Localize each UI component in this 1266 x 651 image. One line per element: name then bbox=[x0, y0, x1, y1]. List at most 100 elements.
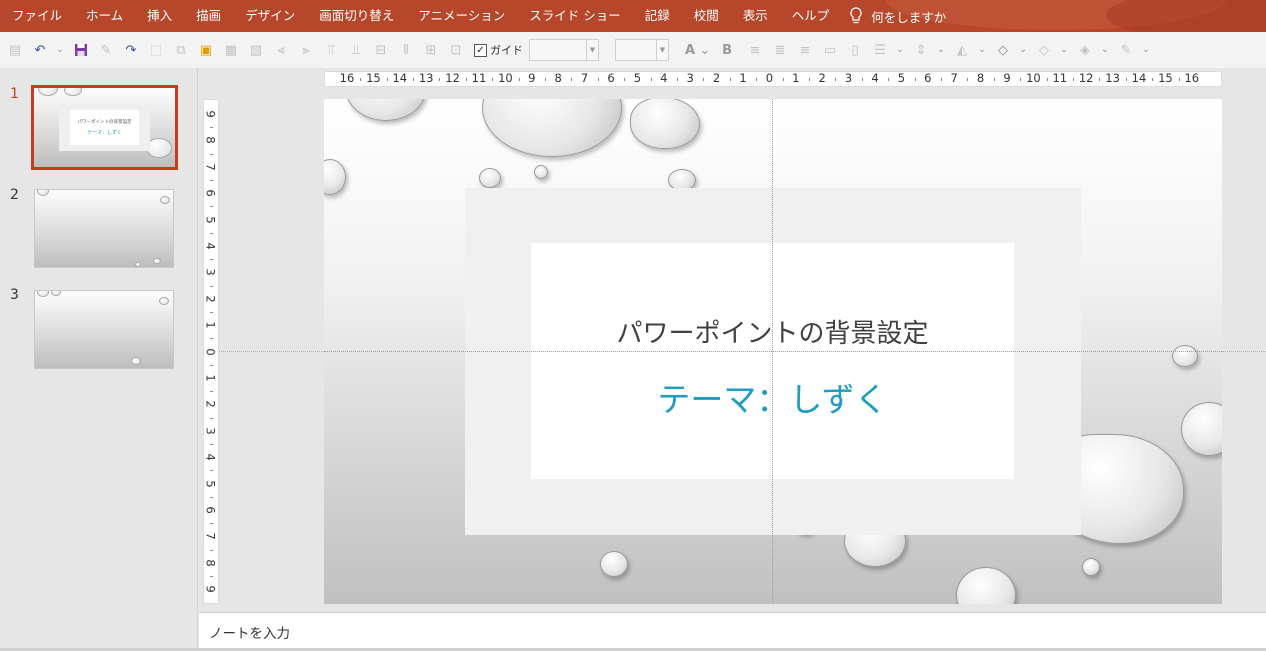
font-size-select[interactable]: ▼ bbox=[615, 39, 669, 61]
pen-icon[interactable]: ✎ bbox=[1115, 39, 1137, 61]
shape-effects-dropdown-icon[interactable]: ⌄ bbox=[1099, 39, 1111, 61]
ruler-tick bbox=[624, 78, 626, 81]
distribute-horizontal-icon[interactable]: ⫴ bbox=[395, 39, 417, 61]
center-text-icon[interactable]: ≣ bbox=[769, 39, 791, 61]
tab-help[interactable]: ヘルプ bbox=[780, 0, 842, 32]
ruler-tick bbox=[492, 78, 494, 81]
textbox-icon[interactable]: ▭ bbox=[819, 39, 841, 61]
ruler-tick bbox=[1073, 78, 1074, 81]
align-left-icon[interactable]: ⫷ bbox=[270, 39, 292, 61]
ruler-label: 15 bbox=[1158, 71, 1173, 85]
bullets-dropdown-icon[interactable]: ⌄ bbox=[894, 39, 906, 61]
ruler-tick bbox=[210, 523, 213, 525]
redo-icon[interactable]: ↷ bbox=[120, 39, 142, 61]
tab-review[interactable]: 校閲 bbox=[682, 0, 731, 32]
ruler-label: 10 bbox=[498, 71, 513, 85]
font-name-select[interactable]: ▼ bbox=[529, 39, 599, 61]
water-drop bbox=[630, 99, 700, 149]
tab-file[interactable]: ファイル bbox=[0, 0, 74, 32]
water-drop bbox=[600, 551, 628, 577]
drop-shape bbox=[38, 88, 58, 96]
vertical-textbox-icon[interactable]: ▯ bbox=[844, 39, 866, 61]
tab-view[interactable]: 表示 bbox=[731, 0, 780, 32]
shape-outline-icon[interactable]: ◇ bbox=[1033, 39, 1055, 61]
pen-dropdown-icon[interactable]: ⌄ bbox=[1140, 39, 1152, 61]
ruler-tick bbox=[210, 312, 213, 313]
shapes-dropdown-icon[interactable]: ⌄ bbox=[976, 39, 988, 61]
align-text-left-icon[interactable]: ≡ bbox=[744, 39, 766, 61]
ruler-label: 14 bbox=[1131, 71, 1147, 85]
shape-fill-dropdown-icon[interactable]: ⌄ bbox=[1017, 39, 1029, 61]
paste-icon[interactable]: ▣ bbox=[195, 39, 217, 61]
tell-me-search[interactable]: 何をしますか bbox=[849, 7, 946, 26]
horizontal-ruler[interactable]: 16 15 14 13 12 11 10 9 8 7 6 5 4 3 2 1 0 1 2 3 4 5 6 7 8 9 10 11 12 1… bbox=[324, 71, 1222, 87]
align-top-icon[interactable]: ⫪ bbox=[320, 39, 342, 61]
bring-forward-icon[interactable]: ▦ bbox=[220, 39, 242, 61]
shape-outline-dropdown-icon[interactable]: ⌄ bbox=[1058, 39, 1070, 61]
ribbon-tabs: ファイル ホーム 挿入 描画 デザイン 画面切り替え アニメーション スライド … bbox=[0, 0, 946, 32]
shape-fill-icon[interactable]: ◇ bbox=[992, 39, 1014, 61]
shape-effects-icon[interactable]: ◈ bbox=[1074, 39, 1096, 61]
ruler-tick bbox=[677, 78, 678, 81]
drop-shape bbox=[135, 262, 141, 267]
line-spacing-icon[interactable]: ⇕ bbox=[910, 39, 932, 61]
slide-thumbnail-1[interactable]: パワーポイントの背景設定 テーマ：しずく bbox=[31, 85, 178, 170]
ruler-label: 8 bbox=[203, 136, 218, 145]
ruler-label: 5 bbox=[897, 71, 906, 85]
tab-slideshow[interactable]: スライド ショー bbox=[517, 0, 632, 32]
ruler-label: 6 bbox=[203, 506, 218, 514]
save-icon[interactable] bbox=[70, 39, 92, 61]
ruler-label: 6 bbox=[203, 189, 218, 197]
align-right-icon[interactable]: ⫸ bbox=[295, 39, 317, 61]
ruler-label: 14 bbox=[392, 71, 408, 85]
ruler-label: 4 bbox=[203, 242, 218, 250]
ruler-tick bbox=[967, 78, 969, 81]
tab-home[interactable]: ホーム bbox=[74, 0, 135, 32]
ruler-label: 7 bbox=[950, 71, 958, 85]
shapes-icon[interactable]: ◭ bbox=[951, 39, 973, 61]
ruler-tick bbox=[210, 338, 213, 340]
distribute-vertical-icon[interactable]: ⊞ bbox=[420, 39, 442, 61]
ruler-label: 11 bbox=[471, 71, 487, 85]
horizontal-guide-line[interactable] bbox=[324, 351, 1222, 352]
select-all-icon[interactable]: ⬚ bbox=[145, 39, 167, 61]
group-icon[interactable]: ⊡ bbox=[445, 39, 467, 61]
align-text-right-icon[interactable]: ≡ bbox=[794, 39, 816, 61]
ruler-tick bbox=[465, 78, 467, 81]
tab-insert[interactable]: 挿入 bbox=[135, 0, 184, 32]
ruler-tick bbox=[1178, 78, 1180, 81]
tab-transitions[interactable]: 画面切り替え bbox=[307, 0, 406, 32]
ruler-label: 13 bbox=[418, 71, 434, 85]
ruler-tick bbox=[703, 78, 705, 81]
align-middle-icon[interactable]: ⊟ bbox=[370, 39, 392, 61]
drop-shape bbox=[153, 258, 161, 264]
undo-icon[interactable]: ↶ bbox=[29, 39, 51, 61]
send-backward-icon[interactable]: ▧ bbox=[245, 39, 267, 61]
tab-draw[interactable]: 描画 bbox=[184, 0, 233, 32]
line-spacing-dropdown-icon[interactable]: ⌄ bbox=[935, 39, 947, 61]
bold-button[interactable]: B bbox=[722, 43, 732, 58]
tab-design[interactable]: デザイン bbox=[233, 0, 307, 32]
slide-canvas[interactable]: パワーポイントの背景設定 テーマ：しずく bbox=[324, 99, 1222, 604]
tab-animations[interactable]: アニメーション bbox=[406, 0, 517, 32]
guide-checkbox[interactable]: ✓ ガイド bbox=[474, 42, 523, 58]
notes-pane[interactable]: ノートを入力 bbox=[199, 612, 1266, 648]
ruler-label: 3 bbox=[203, 427, 218, 435]
ruler-tick bbox=[210, 417, 213, 419]
vertical-ruler[interactable]: 9 8 7 6 5 4 3 2 1 0 1 2 3 4 5 6 7 8 9 bbox=[203, 99, 219, 604]
ruler-tick bbox=[210, 153, 213, 155]
font-color-button[interactable]: A ⌄ bbox=[685, 43, 710, 58]
slide-thumbnail-3[interactable] bbox=[34, 290, 174, 369]
bullets-icon[interactable]: ☰ bbox=[869, 39, 891, 61]
copy-icon[interactable]: ⧉ bbox=[170, 39, 192, 61]
format-painter-icon[interactable]: ✎ bbox=[95, 39, 117, 61]
chevron-down-icon: ▼ bbox=[656, 40, 668, 60]
align-bottom-icon[interactable]: ⫫ bbox=[345, 39, 367, 61]
ruler-tick bbox=[386, 78, 388, 81]
slide-thumbnail-2[interactable] bbox=[34, 189, 174, 268]
ruler-label: 8 bbox=[976, 71, 985, 85]
undo-dropdown-icon[interactable]: ⌄ bbox=[54, 39, 66, 61]
new-slide-icon[interactable]: ▤ bbox=[4, 39, 26, 61]
tab-record[interactable]: 記録 bbox=[633, 0, 682, 32]
ruler-label: 0 bbox=[203, 347, 218, 356]
